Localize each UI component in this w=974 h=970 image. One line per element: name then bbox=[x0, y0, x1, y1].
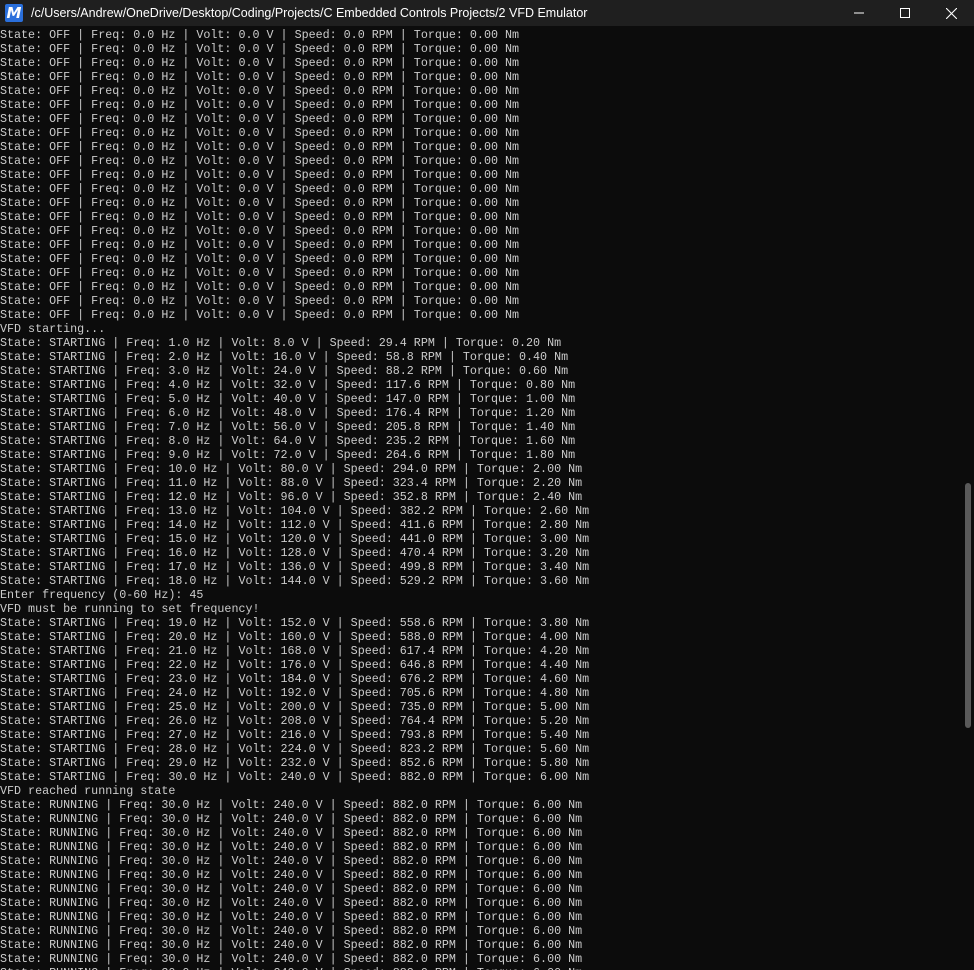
terminal-line: State: OFF | Freq: 0.0 Hz | Volt: 0.0 V … bbox=[0, 126, 520, 140]
minimize-icon bbox=[854, 12, 864, 14]
terminal-line: State: STARTING | Freq: 13.0 Hz | Volt: … bbox=[0, 504, 590, 518]
terminal-line: State: RUNNING | Freq: 30.0 Hz | Volt: 2… bbox=[0, 826, 583, 840]
terminal-line: State: STARTING | Freq: 28.0 Hz | Volt: … bbox=[0, 742, 590, 756]
vertical-scrollbar[interactable] bbox=[962, 28, 974, 970]
terminal-line: State: RUNNING | Freq: 30.0 Hz | Volt: 2… bbox=[0, 966, 962, 970]
terminal-line: State: STARTING | Freq: 6.0 Hz | Volt: 4… bbox=[0, 406, 576, 420]
minimize-button[interactable] bbox=[836, 0, 882, 26]
terminal-window: M /c/Users/Andrew/OneDrive/Desktop/Codin… bbox=[0, 0, 974, 970]
terminal-line: State: OFF | Freq: 0.0 Hz | Volt: 0.0 V … bbox=[0, 154, 520, 168]
terminal-line: State: STARTING | Freq: 2.0 Hz | Volt: 1… bbox=[0, 350, 569, 364]
window-controls bbox=[836, 0, 974, 26]
terminal-line: VFD must be running to set frequency! bbox=[0, 602, 260, 616]
terminal-line: State: STARTING | Freq: 11.0 Hz | Volt: … bbox=[0, 476, 583, 490]
terminal-line: State: STARTING | Freq: 9.0 Hz | Volt: 7… bbox=[0, 448, 576, 462]
terminal-line: State: RUNNING | Freq: 30.0 Hz | Volt: 2… bbox=[0, 952, 583, 966]
terminal-line: Enter frequency (0-60 Hz): 45 bbox=[0, 588, 204, 602]
terminal-line: State: STARTING | Freq: 7.0 Hz | Volt: 5… bbox=[0, 420, 576, 434]
terminal-line: State: RUNNING | Freq: 30.0 Hz | Volt: 2… bbox=[0, 798, 583, 812]
terminal-line: State: STARTING | Freq: 24.0 Hz | Volt: … bbox=[0, 686, 590, 700]
terminal-line: State: RUNNING | Freq: 30.0 Hz | Volt: 2… bbox=[0, 840, 583, 854]
terminal-line: State: STARTING | Freq: 23.0 Hz | Volt: … bbox=[0, 672, 590, 686]
maximize-button[interactable] bbox=[882, 0, 928, 26]
terminal-line: State: OFF | Freq: 0.0 Hz | Volt: 0.0 V … bbox=[0, 280, 520, 294]
terminal-line: State: STARTING | Freq: 20.0 Hz | Volt: … bbox=[0, 630, 590, 644]
terminal-line: State: OFF | Freq: 0.0 Hz | Volt: 0.0 V … bbox=[0, 28, 520, 42]
terminal-line: State: RUNNING | Freq: 30.0 Hz | Volt: 2… bbox=[0, 812, 583, 826]
terminal-line: State: OFF | Freq: 0.0 Hz | Volt: 0.0 V … bbox=[0, 196, 520, 210]
terminal-line: State: STARTING | Freq: 17.0 Hz | Volt: … bbox=[0, 560, 590, 574]
terminal-line: State: RUNNING | Freq: 30.0 Hz | Volt: 2… bbox=[0, 854, 583, 868]
terminal-line: State: STARTING | Freq: 3.0 Hz | Volt: 2… bbox=[0, 364, 569, 378]
terminal-line: State: STARTING | Freq: 10.0 Hz | Volt: … bbox=[0, 462, 583, 476]
terminal-line: State: RUNNING | Freq: 30.0 Hz | Volt: 2… bbox=[0, 882, 583, 896]
terminal-line: State: STARTING | Freq: 5.0 Hz | Volt: 4… bbox=[0, 392, 576, 406]
terminal-line: State: RUNNING | Freq: 30.0 Hz | Volt: 2… bbox=[0, 910, 583, 924]
terminal-line: State: STARTING | Freq: 4.0 Hz | Volt: 3… bbox=[0, 378, 576, 392]
scrollbar-thumb[interactable] bbox=[965, 483, 971, 728]
title-bar[interactable]: M /c/Users/Andrew/OneDrive/Desktop/Codin… bbox=[0, 0, 974, 26]
terminal-line: State: OFF | Freq: 0.0 Hz | Volt: 0.0 V … bbox=[0, 294, 520, 308]
terminal-line: State: OFF | Freq: 0.0 Hz | Volt: 0.0 V … bbox=[0, 70, 520, 84]
window-title: /c/Users/Andrew/OneDrive/Desktop/Coding/… bbox=[31, 6, 588, 20]
terminal-line: State: OFF | Freq: 0.0 Hz | Volt: 0.0 V … bbox=[0, 140, 520, 154]
terminal-line: State: STARTING | Freq: 16.0 Hz | Volt: … bbox=[0, 546, 590, 560]
terminal-line: State: OFF | Freq: 0.0 Hz | Volt: 0.0 V … bbox=[0, 210, 520, 224]
terminal-line: State: OFF | Freq: 0.0 Hz | Volt: 0.0 V … bbox=[0, 98, 520, 112]
terminal-line: State: OFF | Freq: 0.0 Hz | Volt: 0.0 V … bbox=[0, 238, 520, 252]
terminal-line: State: RUNNING | Freq: 30.0 Hz | Volt: 2… bbox=[0, 896, 583, 910]
terminal-line: State: OFF | Freq: 0.0 Hz | Volt: 0.0 V … bbox=[0, 308, 520, 322]
terminal-line: State: OFF | Freq: 0.0 Hz | Volt: 0.0 V … bbox=[0, 84, 520, 98]
terminal-line: State: RUNNING | Freq: 30.0 Hz | Volt: 2… bbox=[0, 924, 583, 938]
terminal-line: State: STARTING | Freq: 12.0 Hz | Volt: … bbox=[0, 490, 583, 504]
terminal-line: VFD reached running state bbox=[0, 784, 176, 798]
terminal-line: State: STARTING | Freq: 18.0 Hz | Volt: … bbox=[0, 574, 590, 588]
terminal-line: State: STARTING | Freq: 26.0 Hz | Volt: … bbox=[0, 714, 590, 728]
terminal-line: State: STARTING | Freq: 27.0 Hz | Volt: … bbox=[0, 728, 590, 742]
terminal-line: State: STARTING | Freq: 21.0 Hz | Volt: … bbox=[0, 644, 590, 658]
terminal-line: State: STARTING | Freq: 30.0 Hz | Volt: … bbox=[0, 770, 590, 784]
terminal-line: State: OFF | Freq: 0.0 Hz | Volt: 0.0 V … bbox=[0, 182, 520, 196]
terminal-output[interactable]: State: OFF | Freq: 0.0 Hz | Volt: 0.0 V … bbox=[0, 28, 962, 970]
terminal-line: State: OFF | Freq: 0.0 Hz | Volt: 0.0 V … bbox=[0, 252, 520, 266]
msys-icon[interactable]: M bbox=[5, 4, 23, 22]
terminal-line: State: OFF | Freq: 0.0 Hz | Volt: 0.0 V … bbox=[0, 168, 520, 182]
terminal-line: State: OFF | Freq: 0.0 Hz | Volt: 0.0 V … bbox=[0, 112, 520, 126]
terminal-line: State: STARTING | Freq: 29.0 Hz | Volt: … bbox=[0, 756, 590, 770]
terminal-line: State: STARTING | Freq: 19.0 Hz | Volt: … bbox=[0, 616, 590, 630]
maximize-icon bbox=[900, 8, 910, 18]
terminal-line: State: STARTING | Freq: 15.0 Hz | Volt: … bbox=[0, 532, 590, 546]
terminal-line: VFD starting... bbox=[0, 322, 106, 336]
terminal-line: State: STARTING | Freq: 8.0 Hz | Volt: 6… bbox=[0, 434, 576, 448]
terminal-line: State: OFF | Freq: 0.0 Hz | Volt: 0.0 V … bbox=[0, 42, 520, 56]
terminal-line: State: OFF | Freq: 0.0 Hz | Volt: 0.0 V … bbox=[0, 224, 520, 238]
terminal-line: State: OFF | Freq: 0.0 Hz | Volt: 0.0 V … bbox=[0, 266, 520, 280]
close-icon bbox=[945, 7, 957, 19]
terminal-line: State: STARTING | Freq: 1.0 Hz | Volt: 8… bbox=[0, 336, 562, 350]
terminal-line: State: STARTING | Freq: 22.0 Hz | Volt: … bbox=[0, 658, 590, 672]
terminal-line: State: STARTING | Freq: 14.0 Hz | Volt: … bbox=[0, 518, 590, 532]
terminal-line: State: RUNNING | Freq: 30.0 Hz | Volt: 2… bbox=[0, 868, 583, 882]
terminal-line: State: STARTING | Freq: 25.0 Hz | Volt: … bbox=[0, 700, 590, 714]
terminal-line: State: RUNNING | Freq: 30.0 Hz | Volt: 2… bbox=[0, 938, 583, 952]
terminal-line: State: OFF | Freq: 0.0 Hz | Volt: 0.0 V … bbox=[0, 56, 520, 70]
close-button[interactable] bbox=[928, 0, 974, 26]
